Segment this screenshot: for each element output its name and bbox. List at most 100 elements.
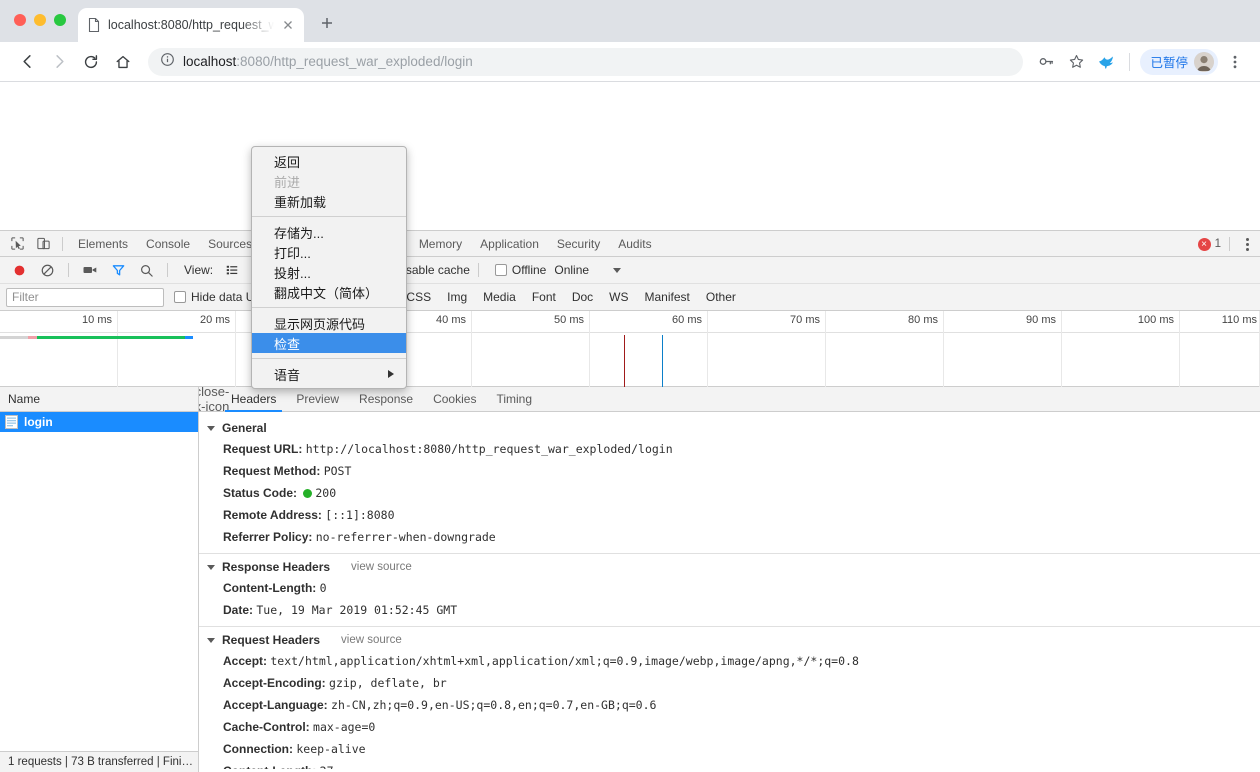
record-circle-icon[interactable]	[6, 259, 32, 281]
back-arrow-icon[interactable]	[12, 47, 42, 77]
throttling-select[interactable]: Online	[554, 263, 622, 277]
inspect-cursor-icon[interactable]	[4, 233, 30, 255]
tab-preview[interactable]: Preview	[286, 387, 349, 412]
context-menu[interactable]: 返回 前进 重新加载 存储为... 打印... 投射... 翻成中文（简体） 显…	[251, 146, 407, 389]
search-magnifier-icon[interactable]	[133, 259, 159, 281]
header-row: Status Code: 200	[199, 482, 1260, 504]
tab-response[interactable]: Response	[349, 387, 423, 412]
section-title: Request Headers	[222, 633, 321, 647]
status-badge	[303, 489, 313, 499]
devtools-more-menu-icon[interactable]	[1238, 237, 1256, 251]
paused-label: 已暂停	[1150, 56, 1188, 70]
context-menu-item-cast[interactable]: 投射...	[252, 262, 406, 282]
table-row[interactable]: login	[0, 412, 198, 432]
chevron-down-icon	[207, 564, 215, 570]
devtools-divider	[62, 236, 63, 251]
device-toolbar-icon[interactable]	[30, 233, 56, 255]
header-key: Content-Length:	[223, 764, 316, 769]
minimize-window-button[interactable]	[34, 14, 46, 26]
star-icon[interactable]	[1063, 49, 1089, 75]
header-value: gzip, deflate, br	[329, 676, 447, 690]
ruler-baseline	[0, 332, 1260, 333]
tick-10ms: 10 ms	[82, 314, 112, 326]
view-source-link[interactable]: view source	[341, 634, 402, 646]
header-value: 0	[319, 581, 327, 595]
info-circle-icon[interactable]	[160, 52, 175, 72]
profile-paused-badge[interactable]: 已暂停	[1140, 48, 1218, 75]
maximize-window-button[interactable]	[54, 14, 66, 26]
context-menu-item-speech[interactable]: 语音	[252, 364, 406, 384]
filter-type-manifest[interactable]: Manifest	[640, 290, 695, 304]
tab-elements[interactable]: Elements	[69, 231, 137, 257]
tab-audits[interactable]: Audits	[609, 231, 660, 257]
context-menu-item-label: 语音	[274, 367, 301, 383]
key-icon[interactable]	[1033, 49, 1059, 75]
close-window-button[interactable]	[14, 14, 26, 26]
bird-extension-icon[interactable]	[1093, 49, 1119, 75]
network-overview-timeline[interactable]: 10 ms 20 ms 30 ms 40 ms 50 ms 60 ms 70 m…	[0, 311, 1260, 387]
checkbox-box	[494, 264, 507, 276]
context-menu-item-reload[interactable]: 重新加载	[252, 191, 406, 211]
offline-label: Offline	[511, 263, 547, 277]
tick-60ms: 60 ms	[672, 314, 702, 326]
waterfall-download-segment	[185, 336, 193, 339]
avatar[interactable]	[1194, 51, 1214, 72]
header-key: Request Method:	[223, 464, 321, 478]
context-menu-item-view-source[interactable]: 显示网页源代码	[252, 313, 406, 333]
filter-type-ws[interactable]: WS	[604, 290, 633, 304]
devtools-tabbar-right: × 1	[1197, 231, 1256, 257]
filter-type-other[interactable]: Other	[701, 290, 741, 304]
context-menu-item-save-as[interactable]: 存储为...	[252, 222, 406, 242]
home-icon[interactable]	[108, 47, 138, 77]
header-row: Remote Address: [::1]:8080	[199, 504, 1260, 526]
address-bar[interactable]: localhost:8080/http_request_war_exploded…	[148, 47, 1024, 76]
column-header-name[interactable]: Name	[0, 387, 198, 412]
context-menu-item-print[interactable]: 打印...	[252, 242, 406, 262]
filter-type-font[interactable]: Font	[527, 290, 561, 304]
kebab-menu-icon[interactable]	[1222, 49, 1248, 75]
request-detail-panel: close-x-icon Headers Preview Response Co…	[199, 387, 1260, 769]
network-status-bar: 1 requests | 73 B transferred | Fini…	[0, 751, 199, 772]
tab-timing[interactable]: Timing	[486, 387, 542, 412]
new-tab-button[interactable]	[314, 10, 340, 36]
tab-console[interactable]: Console	[137, 231, 199, 257]
browser-tab[interactable]: localhost:8080/http_request_w	[78, 8, 304, 42]
offline-checkbox[interactable]: Offline	[494, 263, 547, 277]
context-menu-item-back[interactable]: 返回	[252, 151, 406, 171]
error-count: 1	[1214, 238, 1221, 250]
section-request-headers-header[interactable]: Request Headers view source	[199, 630, 1260, 650]
header-value: 200	[315, 486, 337, 500]
submenu-arrow-icon	[388, 370, 394, 378]
tab-security[interactable]: Security	[548, 231, 609, 257]
tab-cookies[interactable]: Cookies	[423, 387, 486, 412]
filter-type-img[interactable]: Img	[442, 290, 472, 304]
funnel-filter-icon[interactable]	[105, 259, 131, 281]
camera-icon[interactable]	[77, 259, 103, 281]
header-row: Cache-Control: max-age=0	[199, 716, 1260, 738]
tab-headers[interactable]: Headers	[221, 387, 286, 412]
filter-type-doc[interactable]: Doc	[567, 290, 598, 304]
section-response-headers-header[interactable]: Response Headers view source	[199, 557, 1260, 577]
filter-input[interactable]: Filter	[6, 287, 164, 307]
list-view-icon[interactable]	[219, 259, 245, 281]
headers-content: General Request URL: http://localhost:80…	[199, 412, 1260, 769]
clear-no-entry-icon[interactable]	[34, 259, 60, 281]
context-menu-item-translate[interactable]: 翻成中文（简体）	[252, 282, 406, 302]
header-row: Accept: text/html,application/xhtml+xml,…	[199, 650, 1260, 672]
reload-icon[interactable]	[76, 47, 106, 77]
tab-application[interactable]: Application	[471, 231, 548, 257]
header-value: 27	[320, 764, 334, 769]
context-menu-item-forward: 前进	[274, 174, 301, 190]
request-name: login	[24, 415, 53, 429]
toolbar-actions: 已暂停	[1033, 48, 1248, 75]
close-tab-button[interactable]	[280, 17, 296, 33]
filter-type-media[interactable]: Media	[478, 290, 521, 304]
context-menu-item-inspect[interactable]: 检查	[252, 333, 406, 353]
header-row: Request URL: http://localhost:8080/http_…	[199, 438, 1260, 460]
tab-memory[interactable]: Memory	[410, 231, 471, 257]
error-count-badge[interactable]: × 1	[1197, 237, 1221, 251]
view-source-link[interactable]: view source	[351, 561, 412, 573]
section-general-header[interactable]: General	[199, 418, 1260, 438]
close-x-icon[interactable]: close-x-icon	[199, 387, 229, 414]
page-icon	[86, 17, 102, 33]
